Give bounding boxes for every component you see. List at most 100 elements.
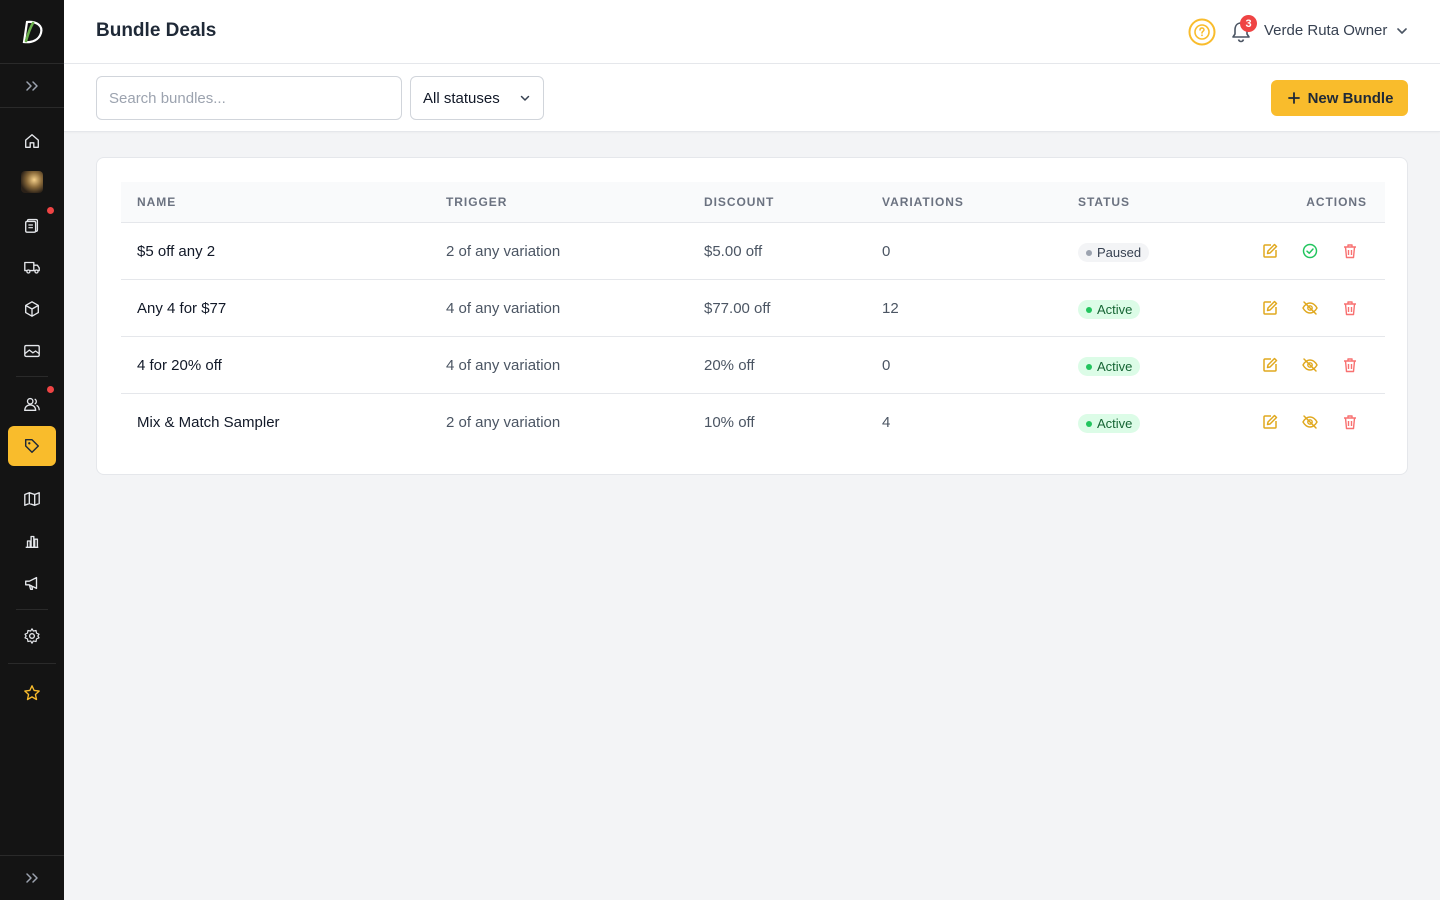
bundle-variations: 12 bbox=[882, 300, 899, 317]
trash-icon[interactable] bbox=[1341, 356, 1359, 374]
sidebar-item-marketing[interactable] bbox=[8, 563, 56, 603]
column-header-name[interactable]: NAME bbox=[137, 195, 176, 209]
chevrons-right-icon bbox=[26, 80, 38, 91]
eye-off-icon[interactable] bbox=[1301, 356, 1319, 374]
gear-icon bbox=[24, 628, 40, 644]
sidebar-divider bbox=[16, 609, 48, 610]
user-name: Verde Ruta Owner bbox=[1264, 22, 1388, 39]
bundle-discount: $5.00 off bbox=[704, 243, 763, 260]
column-header-variations[interactable]: VARIATIONS bbox=[882, 195, 964, 209]
bundle-variations: 0 bbox=[882, 357, 891, 374]
plus-icon bbox=[1287, 92, 1300, 104]
bundle-discount: 10% off bbox=[704, 414, 755, 431]
bundles-card: NAME TRIGGER DISCOUNT VARIATIONS STATUS … bbox=[96, 157, 1408, 475]
edit-icon[interactable] bbox=[1261, 413, 1279, 431]
sidebar-item-reports[interactable] bbox=[8, 521, 56, 561]
help-icon[interactable] bbox=[1188, 18, 1216, 46]
table-row[interactable]: $5 off any 2 2 of any variation $5.00 of… bbox=[121, 223, 1385, 280]
bundle-name: 4 for 20% off bbox=[137, 357, 222, 374]
status-label: Paused bbox=[1097, 245, 1142, 260]
bundle-discount: $77.00 off bbox=[704, 300, 771, 317]
status-filter-value: All statuses bbox=[423, 89, 500, 107]
notification-count-badge: 3 bbox=[1240, 15, 1257, 32]
sidebar-item-bundles[interactable] bbox=[8, 426, 56, 466]
trash-icon[interactable] bbox=[1341, 299, 1359, 317]
sidebar-item-media[interactable] bbox=[8, 331, 56, 371]
trash-icon[interactable] bbox=[1341, 413, 1359, 431]
chevron-down-icon bbox=[1397, 27, 1408, 34]
eye-off-icon[interactable] bbox=[1301, 413, 1319, 431]
sidebar-expand-button[interactable] bbox=[0, 64, 64, 108]
bundle-variations: 0 bbox=[882, 243, 891, 260]
clipboard-icon bbox=[25, 218, 39, 233]
bundles-table: NAME TRIGGER DISCOUNT VARIATIONS STATUS … bbox=[121, 182, 1385, 451]
status-dot bbox=[1086, 420, 1092, 427]
star-icon bbox=[24, 685, 40, 701]
status-filter-select[interactable]: All statuses bbox=[410, 76, 544, 120]
sidebar-item-map[interactable] bbox=[8, 479, 56, 519]
user-menu[interactable]: Verde Ruta Owner bbox=[1264, 22, 1409, 39]
column-header-status[interactable]: STATUS bbox=[1078, 195, 1130, 209]
home-icon bbox=[25, 134, 39, 148]
sidebar-item-profile[interactable] bbox=[8, 162, 56, 202]
edit-icon[interactable] bbox=[1261, 299, 1279, 317]
image-icon bbox=[24, 344, 40, 358]
column-header-discount[interactable]: DISCOUNT bbox=[704, 195, 774, 209]
sidebar-item-settings[interactable] bbox=[8, 616, 56, 656]
table-row[interactable]: 4 for 20% off 4 of any variation 20% off… bbox=[121, 337, 1385, 394]
sidebar-collapse-toggle[interactable] bbox=[0, 855, 64, 900]
bundle-trigger: 4 of any variation bbox=[446, 300, 561, 317]
bundle-variations: 4 bbox=[882, 414, 891, 431]
activate-icon[interactable] bbox=[1301, 242, 1319, 260]
sidebar-item-favorites[interactable] bbox=[8, 673, 56, 713]
bundle-name: Mix & Match Sampler bbox=[137, 414, 280, 431]
logo-icon bbox=[22, 20, 43, 43]
notification-dot bbox=[47, 386, 54, 393]
sidebar-divider bbox=[8, 663, 56, 664]
sidebar-item-customers[interactable] bbox=[8, 384, 56, 424]
bundle-name: Any 4 for $77 bbox=[137, 300, 227, 317]
truck-icon bbox=[24, 261, 40, 274]
table-row[interactable]: Any 4 for $77 4 of any variation $77.00 … bbox=[121, 280, 1385, 337]
sidebar bbox=[0, 0, 64, 900]
sidebar-item-home[interactable] bbox=[8, 121, 56, 161]
column-header-trigger[interactable]: TRIGGER bbox=[446, 195, 507, 209]
sidebar-item-products[interactable] bbox=[8, 289, 56, 329]
table-header: NAME TRIGGER DISCOUNT VARIATIONS STATUS … bbox=[121, 182, 1385, 223]
megaphone-icon bbox=[25, 576, 38, 590]
bundle-trigger: 2 of any variation bbox=[446, 243, 561, 260]
status-dot bbox=[1086, 363, 1092, 370]
app-logo[interactable] bbox=[0, 0, 64, 64]
bundle-trigger: 2 of any variation bbox=[446, 414, 561, 431]
map-icon bbox=[24, 492, 40, 506]
search-input[interactable] bbox=[96, 76, 402, 120]
column-header-actions: ACTIONS bbox=[1306, 195, 1367, 209]
users-icon bbox=[24, 397, 40, 411]
new-bundle-label: New Bundle bbox=[1307, 89, 1394, 107]
trash-icon[interactable] bbox=[1341, 242, 1359, 260]
new-bundle-button[interactable]: New Bundle bbox=[1271, 80, 1408, 116]
tag-icon bbox=[24, 438, 40, 454]
page-title: Bundle Deals bbox=[96, 20, 217, 41]
status-label: Active bbox=[1097, 359, 1133, 374]
avatar bbox=[21, 171, 43, 193]
box-icon bbox=[25, 301, 39, 317]
sidebar-divider bbox=[16, 376, 48, 377]
status-label: Active bbox=[1097, 302, 1133, 317]
edit-icon[interactable] bbox=[1261, 242, 1279, 260]
table-row[interactable]: Mix & Match Sampler 2 of any variation 1… bbox=[121, 394, 1385, 451]
status-dot bbox=[1086, 249, 1092, 256]
chevrons-right-icon bbox=[26, 873, 38, 883]
chart-icon bbox=[25, 535, 39, 548]
status-badge: Active bbox=[1078, 414, 1141, 433]
bundle-discount: 20% off bbox=[704, 357, 755, 374]
bundle-trigger: 4 of any variation bbox=[446, 357, 561, 374]
bundle-name: $5 off any 2 bbox=[137, 243, 216, 260]
status-badge: Paused bbox=[1078, 243, 1150, 262]
sidebar-item-delivery[interactable] bbox=[8, 247, 56, 287]
sidebar-item-orders[interactable] bbox=[8, 205, 56, 245]
chevron-down-icon bbox=[520, 95, 530, 101]
eye-off-icon[interactable] bbox=[1301, 299, 1319, 317]
edit-icon[interactable] bbox=[1261, 356, 1279, 374]
top-header: Bundle Deals 3 Verde Ruta Owner bbox=[64, 0, 1440, 64]
